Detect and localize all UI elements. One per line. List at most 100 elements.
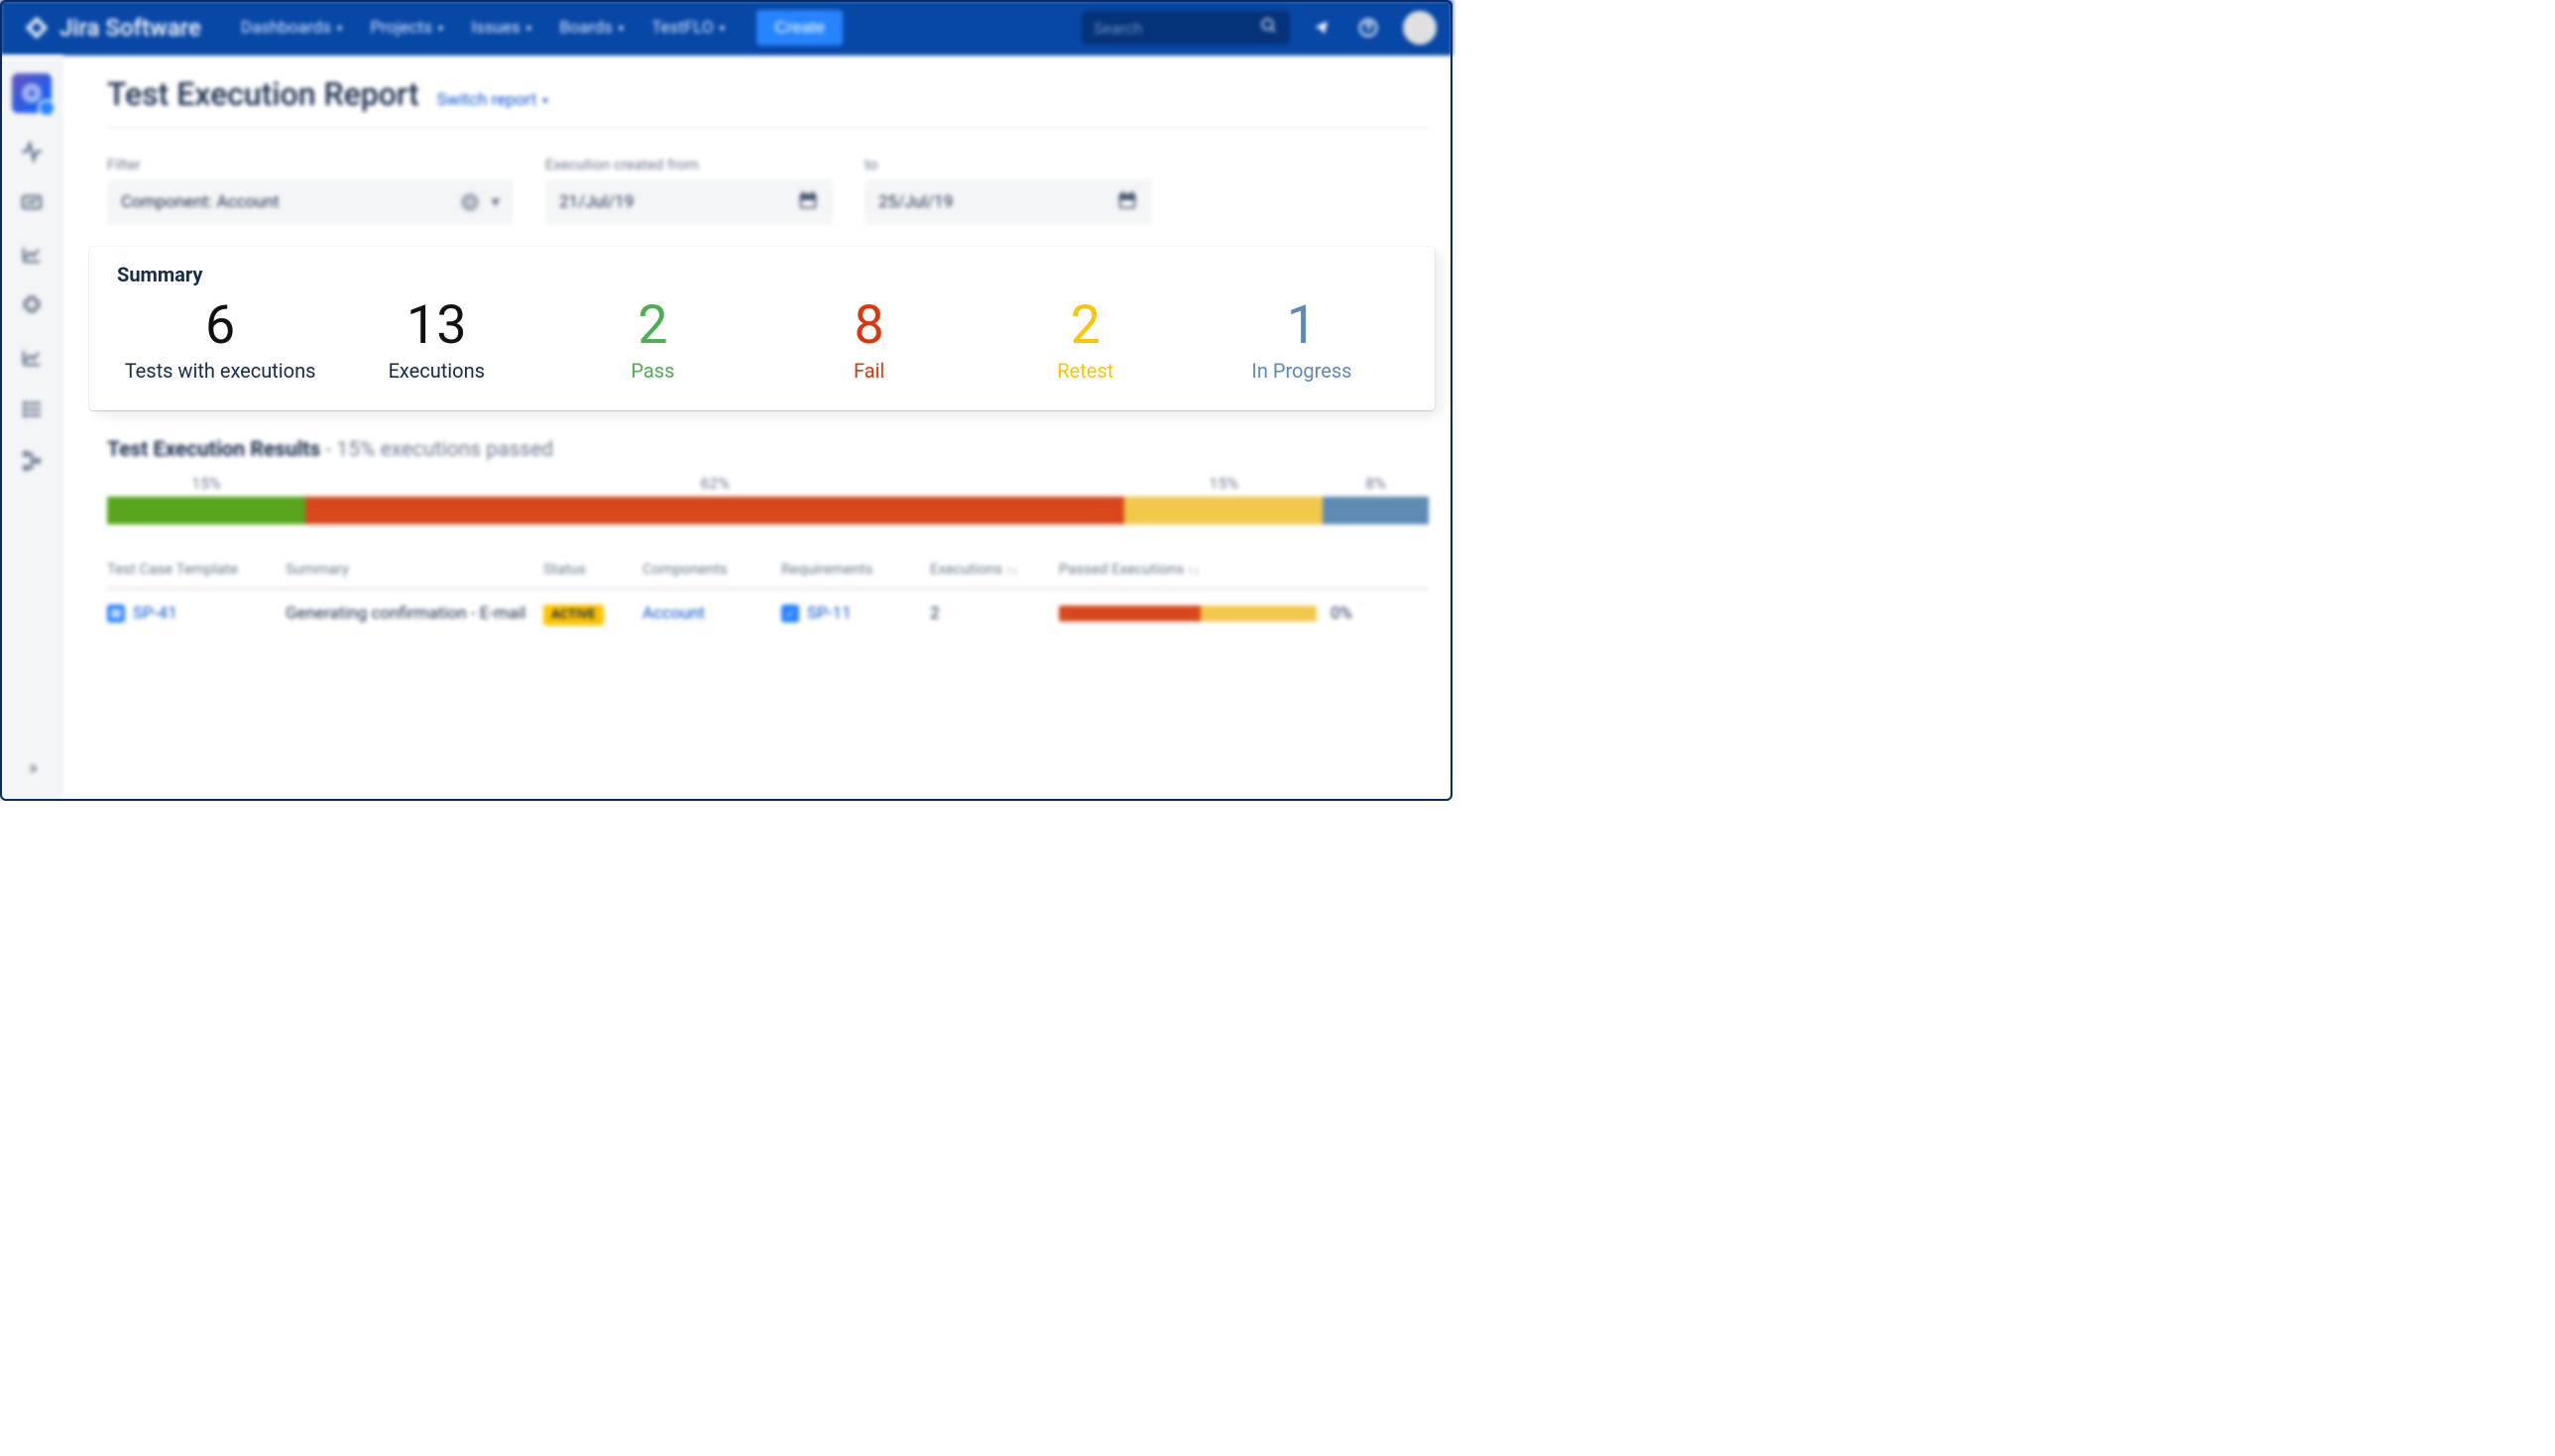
date-to-input[interactable]: 25/Jul/19: [865, 179, 1152, 225]
requirement-link[interactable]: SP-11: [781, 604, 920, 623]
filter-value: Component: Account: [121, 192, 280, 212]
bar-segment: [305, 497, 1124, 524]
results-section: Test Execution Results - 15% executions …: [107, 438, 1429, 637]
stat-label: Executions: [333, 359, 539, 383]
nav-testflo[interactable]: TestFLO▾: [639, 10, 737, 46]
bar-segment: [1323, 497, 1429, 524]
filter-label: Filter: [107, 156, 514, 173]
filter-dropdown[interactable]: Component: Account ✕ ▾: [107, 179, 514, 225]
chevron-down-icon: ▾: [720, 22, 726, 35]
stat-label: In Progress: [1199, 359, 1405, 383]
date-from-input[interactable]: 21/Jul/19: [545, 179, 833, 225]
row-passed-executions: 0%: [1059, 604, 1429, 623]
rail-list-icon[interactable]: [19, 396, 45, 422]
search-icon: [1260, 17, 1278, 39]
status-badge: ACTIVE: [543, 605, 604, 625]
stat-value: 8: [766, 296, 973, 355]
table-header: Test Case Template Summary Status Compon…: [107, 560, 1429, 590]
passed-pct: 0%: [1331, 604, 1352, 623]
date-to-value: 25/Jul/19: [878, 192, 953, 212]
chevron-down-icon: ▾: [526, 22, 532, 35]
stat-value: 13: [333, 296, 539, 355]
search-placeholder: Search: [1094, 19, 1260, 38]
product-name: Jira Software: [59, 14, 201, 42]
issue-type-icon: [107, 605, 125, 622]
segment-label: 8%: [1323, 474, 1429, 493]
search-input[interactable]: Search: [1082, 11, 1290, 45]
chevron-down-icon: ▾: [491, 192, 500, 212]
avatar[interactable]: [1403, 11, 1437, 45]
nav-dashboards[interactable]: Dashboards▾: [229, 10, 355, 46]
segment-label: 62%: [305, 474, 1124, 493]
sort-icon: ↑↓: [1006, 563, 1018, 577]
col-summary[interactable]: Summary: [286, 560, 533, 578]
rail-monitor-icon[interactable]: [19, 190, 45, 216]
calendar-icon: [1116, 189, 1138, 216]
rail-addon-icon[interactable]: [19, 293, 45, 319]
stat-label: Pass: [549, 359, 755, 383]
summary-stat: 2 Pass: [549, 296, 755, 383]
summary-card: Summary 6 Tests with executions13 Execut…: [89, 247, 1435, 410]
row-summary: Generating confirmation - E-mail: [286, 604, 533, 623]
chevron-down-icon: ▾: [337, 22, 343, 35]
switch-report-link[interactable]: Switch report ▾: [437, 90, 548, 110]
issue-link[interactable]: SP-41: [107, 604, 276, 623]
date-from-value: 21/Jul/19: [559, 192, 634, 212]
summary-stats: 6 Tests with executions13 Executions 2 Pa…: [117, 296, 1405, 383]
nav-issues[interactable]: Issues▾: [459, 10, 543, 46]
issue-type-icon: [781, 605, 799, 622]
nav-boards[interactable]: Boards▾: [547, 10, 636, 46]
clear-icon[interactable]: ✕: [461, 193, 479, 211]
divider: [107, 127, 1429, 128]
summary-title: Summary: [117, 263, 1405, 286]
stat-value: 6: [117, 296, 323, 355]
help-icon[interactable]: [1357, 17, 1379, 39]
bar-segment: [1124, 497, 1323, 524]
rail-activity-icon[interactable]: [19, 139, 45, 165]
stat-label: Fail: [766, 359, 973, 383]
col-passed-executions[interactable]: Passed Executions↑↓: [1059, 560, 1429, 578]
chevron-down-icon: ▾: [619, 22, 625, 35]
summary-stat: 2 Retest: [983, 296, 1189, 383]
rail-expand-icon[interactable]: ››: [29, 755, 35, 779]
stat-value: 2: [549, 296, 755, 355]
table-body: SP-41 Generating confirmation - E-mail A…: [107, 590, 1429, 637]
component-link[interactable]: Account: [642, 604, 771, 623]
segment-label: 15%: [1124, 474, 1323, 493]
product-logo[interactable]: Jira Software: [24, 14, 201, 42]
top-nav: Jira Software Dashboards▾ Projects▾ Issu…: [0, 0, 1452, 56]
table-row: SP-41 Generating confirmation - E-mail A…: [107, 590, 1429, 637]
bar-segment: [107, 497, 305, 524]
results-heading: Test Execution Results - 15% executions …: [107, 438, 1429, 462]
left-rail: ››: [0, 56, 63, 801]
nav-items: Dashboards▾ Projects▾ Issues▾ Boards▾ Te…: [229, 10, 737, 46]
summary-stat: 6 Tests with executions: [117, 296, 323, 383]
calendar-icon: [797, 189, 819, 216]
summary-stat: 8 Fail: [766, 296, 973, 383]
from-label: Execution created from: [545, 156, 833, 173]
rail-app-icon[interactable]: [12, 73, 52, 113]
rail-chart2-icon[interactable]: [19, 345, 45, 371]
summary-stat: 1 In Progress: [1199, 296, 1405, 383]
col-components[interactable]: Components: [642, 560, 771, 578]
stat-label: Retest: [983, 359, 1189, 383]
stacked-bar-labels: 15%62%15%8%: [107, 474, 1429, 493]
col-requirements[interactable]: Requirements: [781, 560, 920, 578]
jira-icon: [24, 15, 50, 41]
nav-projects[interactable]: Projects▾: [358, 10, 455, 46]
segment-label: 15%: [107, 474, 305, 493]
create-button[interactable]: Create: [756, 10, 843, 46]
stacked-bar: [107, 497, 1429, 524]
col-executions[interactable]: Executions↑↓: [930, 560, 1049, 578]
stat-value: 1: [1199, 296, 1405, 355]
col-test-case[interactable]: Test Case Template: [107, 560, 276, 578]
chevron-down-icon: ▾: [438, 22, 444, 35]
sort-icon: ↑↓: [1188, 563, 1200, 577]
main-content: Test Execution Report Switch report ▾ Fi…: [63, 56, 1452, 801]
feedback-icon[interactable]: [1312, 17, 1334, 39]
mini-bar: [1059, 606, 1317, 621]
rail-chart-icon[interactable]: [19, 242, 45, 268]
col-status[interactable]: Status: [543, 560, 633, 578]
rail-tree-icon[interactable]: [19, 448, 45, 474]
page-title: Test Execution Report: [107, 75, 419, 113]
